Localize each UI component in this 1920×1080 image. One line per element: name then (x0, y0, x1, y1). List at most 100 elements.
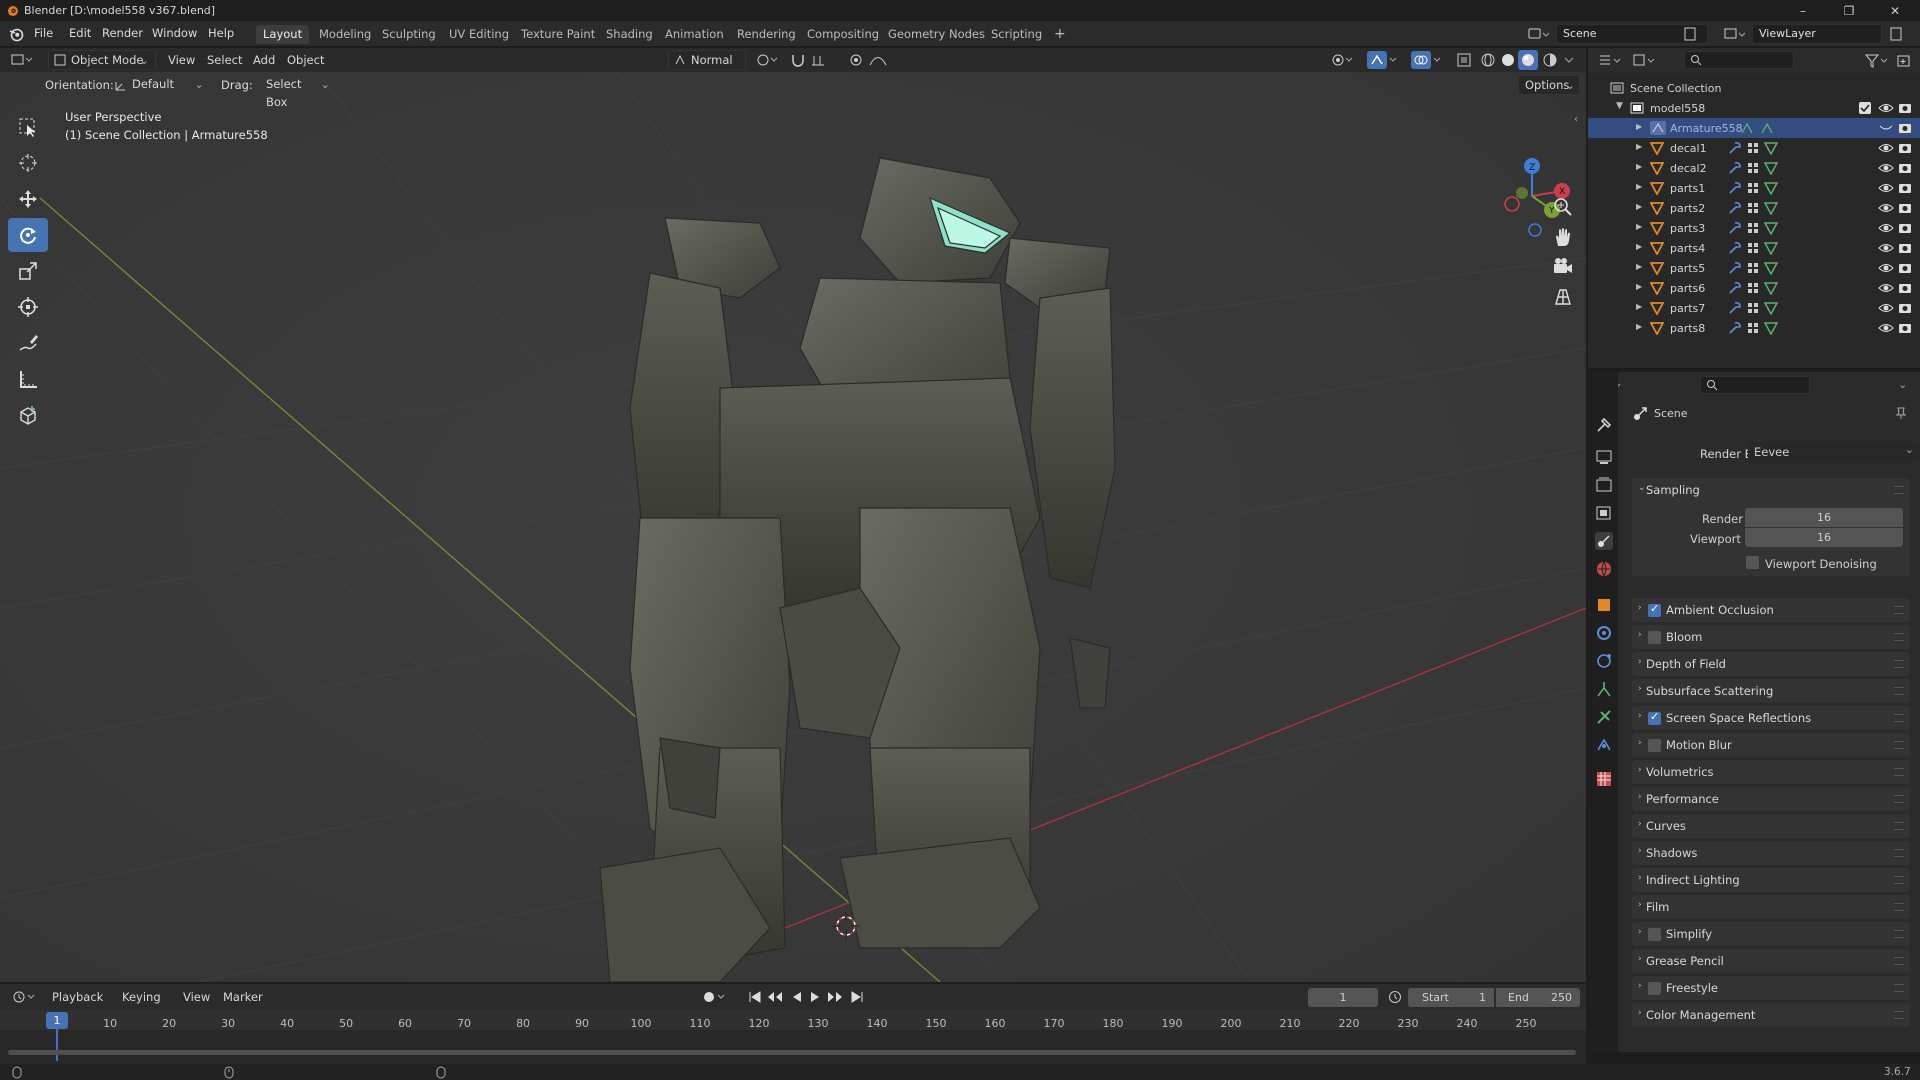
panel-drag-grip[interactable] (1894, 957, 1904, 965)
perspective-toggle-icon[interactable] (1552, 286, 1574, 308)
panel-bloom[interactable]: › Bloom (1632, 625, 1910, 649)
panel-enable-checkbox[interactable] (1648, 602, 1661, 617)
visibility-eye-icon[interactable] (1878, 221, 1894, 235)
visibility-eye-icon[interactable] (1878, 201, 1894, 215)
panel-subsurface-scattering[interactable]: › Subsurface Scattering (1632, 679, 1910, 703)
select-box-tool[interactable] (8, 110, 48, 144)
render-samples-field[interactable]: 16 (1745, 508, 1903, 527)
sidebar-toggle-icon[interactable]: ‹ (1574, 114, 1578, 125)
panel-drag-grip[interactable] (1894, 606, 1904, 614)
outliner-item-decal1[interactable]: ▶ decal1 (1588, 138, 1920, 158)
new-viewlayer-icon[interactable] (1888, 26, 1904, 42)
menu-object[interactable]: Object (287, 53, 324, 67)
snap-icon[interactable] (790, 52, 836, 68)
mesh-data-icon[interactable] (1764, 321, 1778, 335)
panel-enable-checkbox[interactable] (1648, 982, 1661, 995)
world-tab-icon[interactable] (1595, 560, 1613, 578)
modifier-tab-icon[interactable] (1595, 624, 1613, 642)
pivot-icon[interactable] (755, 52, 781, 68)
sampling-drag-grip[interactable] (1894, 486, 1904, 494)
tab-shading[interactable]: Shading (599, 25, 660, 44)
camera-view-icon[interactable] (1552, 256, 1574, 278)
panel-curves[interactable]: › Curves (1632, 814, 1910, 838)
rendered-shading-icon[interactable] (1542, 52, 1558, 68)
collection-visibility-eye-icon[interactable] (1878, 101, 1894, 115)
panel-simplify[interactable]: › Simplify (1632, 922, 1910, 946)
expand-arrow-icon[interactable]: ▶ (1636, 242, 1642, 251)
play-reverse-icon[interactable] (790, 990, 804, 1004)
outliner-search-input[interactable] (1684, 51, 1794, 69)
solid-shading-icon[interactable] (1500, 52, 1516, 68)
panel-enable-checkbox[interactable] (1648, 739, 1661, 752)
mesh-data-icon[interactable] (1764, 261, 1778, 275)
orientation-dropdown[interactable]: Default ⌄ (110, 75, 208, 95)
render-camera-icon[interactable] (1898, 141, 1912, 155)
new-collection-icon[interactable] (1896, 53, 1912, 69)
expand-arrow-icon[interactable]: ▶ (1636, 162, 1642, 171)
panel-color-management[interactable]: › Color Management (1632, 1003, 1910, 1027)
panel-drag-grip[interactable] (1894, 822, 1904, 830)
expand-arrow-icon[interactable]: ▶ (1636, 182, 1642, 191)
visibility-filter-icon[interactable] (1330, 52, 1356, 68)
collapse-arrow-icon[interactable]: ▼ (1616, 101, 1623, 111)
menu-select[interactable]: Select (207, 53, 242, 67)
visibility-eye-icon[interactable] (1878, 241, 1894, 255)
outliner-item-parts1[interactable]: ▶ parts1 (1588, 178, 1920, 198)
preview-range-clock-icon[interactable] (1388, 990, 1402, 1004)
panel-drag-grip[interactable] (1894, 714, 1904, 722)
panel-drag-grip[interactable] (1894, 741, 1904, 749)
constraints-tab-icon[interactable] (1595, 708, 1613, 726)
pan-hand-icon[interactable] (1552, 226, 1574, 248)
tool-tab-icon[interactable] (1595, 416, 1613, 434)
vertex-group-icon[interactable] (1746, 261, 1760, 275)
render-camera-icon[interactable] (1898, 281, 1912, 295)
annotate-tool[interactable] (8, 326, 48, 360)
add-cube-tool[interactable] (8, 398, 48, 432)
outliner-editor-type-icon[interactable] (1598, 53, 1624, 69)
tab-uv-editing[interactable]: UV Editing (442, 25, 516, 44)
modifier-wrench-icon[interactable] (1728, 141, 1742, 155)
panel-drag-grip[interactable] (1894, 660, 1904, 668)
new-scene-icon[interactable] (1682, 26, 1698, 42)
current-frame-field[interactable]: 1 (1308, 988, 1378, 1007)
outliner-item-parts3[interactable]: ▶ parts3 (1588, 218, 1920, 238)
modifier-wrench-icon[interactable] (1728, 281, 1742, 295)
render-camera-icon[interactable] (1898, 261, 1912, 275)
render-camera-icon[interactable] (1898, 121, 1912, 135)
panel-drag-grip[interactable] (1894, 876, 1904, 884)
zoom-icon[interactable] (1552, 196, 1574, 218)
vertex-group-icon[interactable] (1746, 161, 1760, 175)
expand-arrow-icon[interactable]: ▶ (1636, 122, 1642, 131)
render-camera-icon[interactable] (1898, 161, 1912, 175)
tab-rendering[interactable]: Rendering (730, 25, 803, 44)
panel-drag-grip[interactable] (1894, 849, 1904, 857)
menu-render[interactable]: Render (102, 26, 143, 40)
overlay-toggle-icon[interactable] (1410, 50, 1444, 70)
3d-viewport[interactable]: Z X Y Object Mode ⌄ View Select Add Obje… (0, 48, 1586, 982)
tab-layout[interactable]: Layout (256, 25, 310, 44)
physics-tab-icon[interactable] (1595, 680, 1613, 698)
panel-drag-grip[interactable] (1894, 1011, 1904, 1019)
outliner-collection-model558[interactable]: ▼ model558 (1588, 98, 1920, 118)
modifier-wrench-icon[interactable] (1728, 261, 1742, 275)
filter-icon[interactable] (1864, 53, 1888, 69)
panel-freestyle[interactable]: › Freestyle (1632, 976, 1910, 1000)
render-camera-icon[interactable] (1898, 201, 1912, 215)
visibility-eye-icon[interactable] (1878, 281, 1894, 295)
modifier-wrench-icon[interactable] (1728, 161, 1742, 175)
options-dropdown[interactable]: Options ⌄ (1518, 75, 1580, 95)
outliner-item-decal2[interactable]: ▶ decal2 (1588, 158, 1920, 178)
scene-selector-icon[interactable] (1528, 26, 1550, 42)
menu-edit[interactable]: Edit (69, 26, 91, 40)
panel-film[interactable]: › Film (1632, 895, 1910, 919)
expand-arrow-icon[interactable]: ▶ (1636, 222, 1642, 231)
tab-texture-paint[interactable]: Texture Paint (514, 25, 602, 44)
modifier-wrench-icon[interactable] (1728, 181, 1742, 195)
modifier-wrench-icon[interactable] (1728, 221, 1742, 235)
panel-drag-grip[interactable] (1894, 633, 1904, 641)
close-button[interactable]: ✕ (1872, 0, 1918, 21)
menu-view[interactable]: View (168, 53, 195, 67)
outliner-item-parts7[interactable]: ▶ parts7 (1588, 298, 1920, 318)
render-engine-dropdown[interactable]: Eevee ⌄ (1748, 442, 1920, 462)
menu-window[interactable]: Window (152, 26, 197, 40)
